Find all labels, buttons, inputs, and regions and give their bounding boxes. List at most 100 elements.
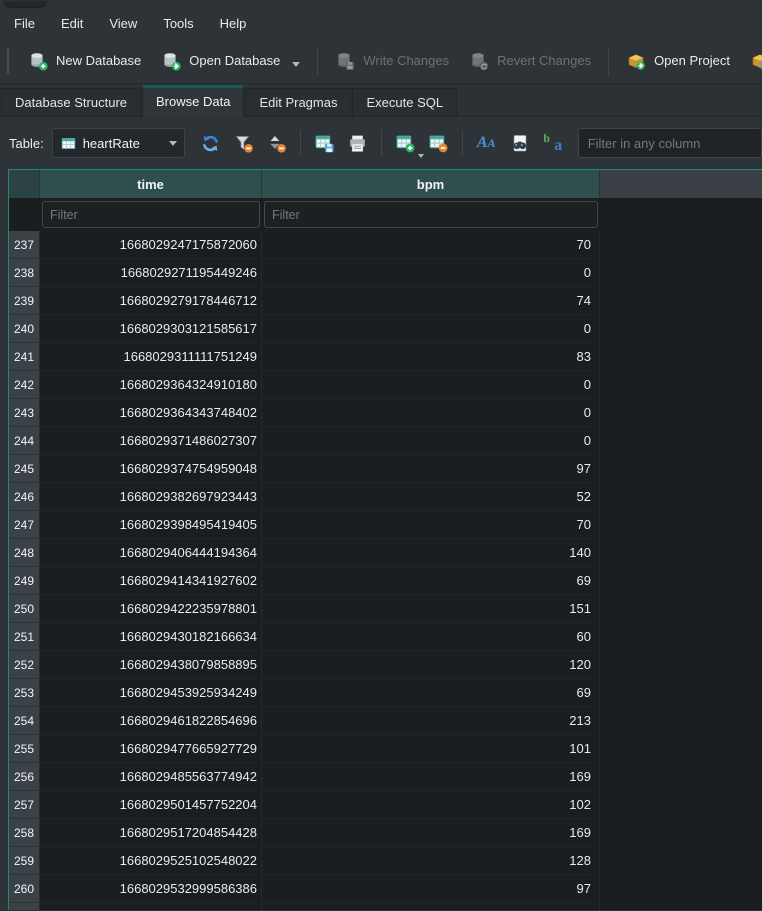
cell-time[interactable] <box>40 903 262 910</box>
row-number[interactable]: 237 <box>9 231 40 259</box>
cell-time[interactable]: 1668029303121585617 <box>40 315 262 343</box>
row-number[interactable]: 243 <box>9 399 40 427</box>
cell-bpm[interactable]: 74 <box>262 287 600 315</box>
row-number[interactable] <box>9 903 40 910</box>
row-number[interactable]: 255 <box>9 735 40 763</box>
table-row[interactable]: 258 1668029517204854428 169 <box>9 819 762 847</box>
menu-view[interactable]: View <box>96 16 150 31</box>
open-database-dropdown-icon[interactable] <box>292 62 300 67</box>
print-button[interactable] <box>342 128 373 159</box>
table-row[interactable]: 240 1668029303121585617 0 <box>9 315 762 343</box>
row-number[interactable]: 246 <box>9 483 40 511</box>
cell-bpm[interactable]: 0 <box>262 315 600 343</box>
cell-bpm[interactable]: 97 <box>262 875 600 903</box>
table-row[interactable]: 253 1668029453925934249 69 <box>9 679 762 707</box>
table-row[interactable]: 256 1668029485563774942 169 <box>9 763 762 791</box>
cell-bpm[interactable]: 70 <box>262 511 600 539</box>
insert-record-button[interactable] <box>390 128 421 159</box>
row-number[interactable]: 254 <box>9 707 40 735</box>
table-row[interactable]: 252 1668029438079858895 120 <box>9 651 762 679</box>
table-row[interactable]: 239 1668029279178446712 74 <box>9 287 762 315</box>
cell-time[interactable]: 1668029517204854428 <box>40 819 262 847</box>
table-row[interactable]: 254 1668029461822854696 213 <box>9 707 762 735</box>
row-number[interactable]: 241 <box>9 343 40 371</box>
cell-time[interactable]: 1668029501457752204 <box>40 791 262 819</box>
table-row[interactable]: 245 1668029374754959048 97 <box>9 455 762 483</box>
cell-bpm[interactable]: 169 <box>262 763 600 791</box>
row-number[interactable]: 242 <box>9 371 40 399</box>
table-row[interactable]: 260 1668029532999586386 97 <box>9 875 762 903</box>
table-row[interactable]: 237 1668029247175872060 70 <box>9 231 762 259</box>
font-settings-button[interactable]: AA <box>471 128 502 159</box>
cell-time[interactable]: 1668029364324910180 <box>40 371 262 399</box>
cell-bpm[interactable]: 140 <box>262 539 600 567</box>
cell-time[interactable]: 1668029430182166634 <box>40 623 262 651</box>
cell-bpm[interactable]: 151 <box>262 595 600 623</box>
row-number[interactable]: 257 <box>9 791 40 819</box>
cell-bpm[interactable]: 169 <box>262 819 600 847</box>
cell-time[interactable]: 1668029485563774942 <box>40 763 262 791</box>
cell-bpm[interactable]: 83 <box>262 343 600 371</box>
cell-time[interactable]: 1668029414341927602 <box>40 567 262 595</box>
menu-edit[interactable]: Edit <box>48 16 96 31</box>
column-header-time[interactable]: time <box>40 170 262 198</box>
write-changes-button[interactable]: Write Changes <box>325 46 459 76</box>
row-number[interactable]: 256 <box>9 763 40 791</box>
table-row[interactable]: 247 1668029398495419405 70 <box>9 511 762 539</box>
table-row[interactable]: 241 1668029311111751249 83 <box>9 343 762 371</box>
table-row[interactable]: 257 1668029501457752204 102 <box>9 791 762 819</box>
menu-tools[interactable]: Tools <box>150 16 206 31</box>
filter-time-input[interactable] <box>42 201 260 228</box>
table-row[interactable]: 255 1668029477665927729 101 <box>9 735 762 763</box>
toolbar-drag-handle[interactable] <box>7 48 9 74</box>
row-number[interactable]: 253 <box>9 679 40 707</box>
cell-time[interactable]: 1668029382697923443 <box>40 483 262 511</box>
cell-time[interactable]: 1668029532999586386 <box>40 875 262 903</box>
cell-bpm[interactable]: 120 <box>262 651 600 679</box>
cell-time[interactable]: 1668029461822854696 <box>40 707 262 735</box>
row-number[interactable]: 239 <box>9 287 40 315</box>
cell-bpm[interactable]: 213 <box>262 707 600 735</box>
table-row[interactable]: 250 1668029422235978801 151 <box>9 595 762 623</box>
row-number[interactable]: 250 <box>9 595 40 623</box>
tab-edit-pragmas[interactable]: Edit Pragmas <box>245 88 351 116</box>
table-row[interactable]: 259 1668029525102548022 128 <box>9 847 762 875</box>
row-number[interactable]: 247 <box>9 511 40 539</box>
cell-bpm[interactable] <box>262 903 600 910</box>
table-row[interactable]: 248 1668029406444194364 140 <box>9 539 762 567</box>
cell-bpm[interactable]: 0 <box>262 371 600 399</box>
cell-bpm[interactable]: 69 <box>262 567 600 595</box>
cell-time[interactable]: 1668029422235978801 <box>40 595 262 623</box>
find-button[interactable] <box>504 128 535 159</box>
tab-database-structure[interactable]: Database Structure <box>1 88 141 116</box>
grid-corner-button[interactable] <box>9 170 40 198</box>
replace-button[interactable]: ba <box>537 128 568 159</box>
save-project-button[interactable]: Save Project <box>740 46 762 76</box>
row-number[interactable]: 244 <box>9 427 40 455</box>
cell-time[interactable]: 1668029311111751249 <box>40 343 262 371</box>
cell-time[interactable]: 1668029371486027307 <box>40 427 262 455</box>
save-table-button[interactable] <box>309 128 340 159</box>
cell-bpm[interactable]: 0 <box>262 259 600 287</box>
delete-record-button[interactable] <box>423 128 454 159</box>
cell-time[interactable]: 1668029279178446712 <box>40 287 262 315</box>
cell-time[interactable]: 1668029438079858895 <box>40 651 262 679</box>
cell-bpm[interactable]: 70 <box>262 231 600 259</box>
clear-sorting-button[interactable] <box>261 128 292 159</box>
row-number[interactable]: 249 <box>9 567 40 595</box>
open-project-button[interactable]: Open Project <box>616 46 740 76</box>
new-database-button[interactable]: New Database <box>18 46 151 76</box>
row-number[interactable]: 252 <box>9 651 40 679</box>
column-header-bpm[interactable]: bpm <box>262 170 600 198</box>
row-number[interactable]: 258 <box>9 819 40 847</box>
table-row[interactable]: 242 1668029364324910180 0 <box>9 371 762 399</box>
table-row[interactable]: 249 1668029414341927602 69 <box>9 567 762 595</box>
clear-filters-button[interactable] <box>228 128 259 159</box>
open-database-button[interactable]: Open Database <box>151 46 310 76</box>
cell-time[interactable]: 1668029525102548022 <box>40 847 262 875</box>
cell-bpm[interactable]: 101 <box>262 735 600 763</box>
cell-bpm[interactable]: 69 <box>262 679 600 707</box>
row-number[interactable]: 260 <box>9 875 40 903</box>
cell-time[interactable]: 1668029271195449246 <box>40 259 262 287</box>
tab-browse-data[interactable]: Browse Data <box>142 85 244 117</box>
